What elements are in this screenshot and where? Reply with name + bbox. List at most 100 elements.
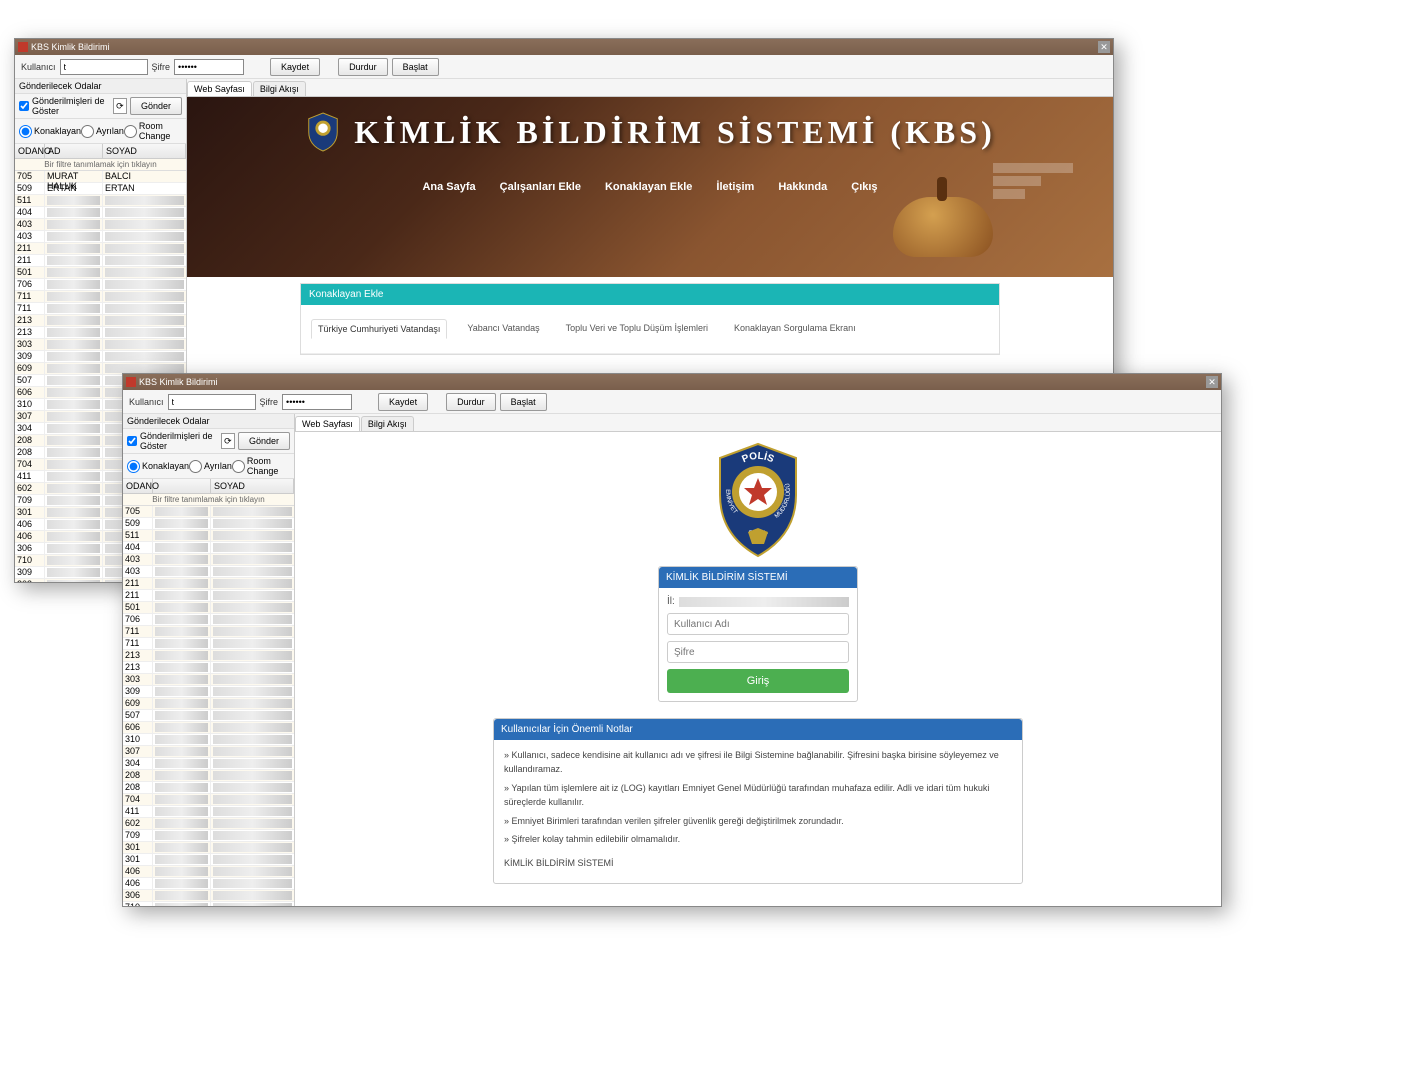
close-icon[interactable]: ✕: [1206, 376, 1218, 388]
table-row[interactable]: 211: [15, 243, 186, 255]
table-row[interactable]: 304: [123, 758, 294, 770]
table-row[interactable]: 710: [123, 902, 294, 906]
table-row[interactable]: 509ERTANERTAN: [15, 183, 186, 195]
table-row[interactable]: 704: [123, 794, 294, 806]
login-giris-button[interactable]: Giriş: [667, 669, 849, 693]
table-row[interactable]: 706: [123, 614, 294, 626]
kullanici-input[interactable]: [60, 59, 148, 75]
table-row[interactable]: 411: [123, 806, 294, 818]
tab-bilgi[interactable]: Bilgi Akışı: [253, 81, 306, 96]
table-row[interactable]: 711: [123, 626, 294, 638]
nav-konaklayan[interactable]: Konaklayan Ekle: [605, 181, 692, 193]
baslat-button[interactable]: Başlat: [392, 58, 439, 76]
table-row[interactable]: 709: [123, 830, 294, 842]
table-row[interactable]: 403: [123, 566, 294, 578]
radio-roomchange-front[interactable]: [232, 460, 245, 473]
polis-logo: POLİS EMNİYET GENEL MÜDÜRLÜĞÜ: [708, 440, 808, 560]
table-row[interactable]: 609: [123, 698, 294, 710]
table-row[interactable]: 309: [123, 686, 294, 698]
table-row[interactable]: 403: [123, 554, 294, 566]
login-password-input[interactable]: [667, 641, 849, 663]
table-row[interactable]: 213: [123, 650, 294, 662]
radio-ayrilan-front[interactable]: [189, 460, 202, 473]
titlebar-front[interactable]: KBS Kimlik Bildirimi ✕: [123, 374, 1221, 390]
table-row[interactable]: 511: [15, 195, 186, 207]
table-row[interactable]: 711: [15, 303, 186, 315]
table-row[interactable]: 705MURAT HALUKBALCI: [15, 171, 186, 183]
kaydet-button-front[interactable]: Kaydet: [378, 393, 428, 411]
table-row[interactable]: 307: [123, 746, 294, 758]
login-username-input[interactable]: [667, 613, 849, 635]
formtab-yabanci[interactable]: Yabancı Vatandaş: [461, 319, 545, 339]
table-row[interactable]: 507: [123, 710, 294, 722]
radio-konaklayan[interactable]: [19, 125, 32, 138]
table-row[interactable]: 310: [123, 734, 294, 746]
durdur-button-front[interactable]: Durdur: [446, 393, 496, 411]
table-row[interactable]: 211: [15, 255, 186, 267]
sifre-input-front[interactable]: [282, 394, 352, 410]
table-row[interactable]: 602: [123, 818, 294, 830]
table-row[interactable]: 211: [123, 578, 294, 590]
tab-web[interactable]: Web Sayfası: [187, 81, 252, 96]
table-row[interactable]: 606: [123, 722, 294, 734]
nav-calisanlari[interactable]: Çalışanları Ekle: [500, 181, 581, 193]
table-row[interactable]: 211: [123, 590, 294, 602]
kullanici-input-front[interactable]: [168, 394, 256, 410]
nav-hakkinda[interactable]: Hakkında: [778, 181, 827, 193]
col-soyad[interactable]: SOYAD: [103, 144, 186, 158]
table-row[interactable]: 706: [15, 279, 186, 291]
sifre-input[interactable]: [174, 59, 244, 75]
table-row[interactable]: 301: [123, 854, 294, 866]
table-row[interactable]: 208: [123, 782, 294, 794]
radio-ayrilan[interactable]: [81, 125, 94, 138]
table-row[interactable]: 309: [15, 351, 186, 363]
formtab-tc[interactable]: Türkiye Cumhuriyeti Vatandaşı: [311, 319, 447, 339]
table-row[interactable]: 406: [123, 866, 294, 878]
login-content: POLİS EMNİYET GENEL MÜDÜRLÜĞÜ KİMLİK Bİ: [295, 432, 1221, 906]
table-row[interactable]: 404: [15, 207, 186, 219]
radio-konaklayan-front[interactable]: [127, 460, 140, 473]
titlebar[interactable]: KBS Kimlik Bildirimi ✕: [15, 39, 1113, 55]
table-row[interactable]: 404: [123, 542, 294, 554]
baslat-button-front[interactable]: Başlat: [500, 393, 547, 411]
grid-filter-hint[interactable]: Bir filtre tanımlamak için tıklayın: [15, 159, 186, 171]
table-row[interactable]: 213: [15, 327, 186, 339]
formtab-toplu[interactable]: Toplu Veri ve Toplu Düşüm İşlemleri: [560, 319, 714, 339]
radio-roomchange[interactable]: [124, 125, 137, 138]
kaydet-button[interactable]: Kaydet: [270, 58, 320, 76]
table-row[interactable]: 403: [15, 231, 186, 243]
gonderilmisleri-checkbox[interactable]: [19, 101, 29, 111]
table-row[interactable]: 306: [123, 890, 294, 902]
gonderilmisleri-checkbox-front[interactable]: [127, 436, 137, 446]
table-row[interactable]: 711: [15, 291, 186, 303]
gonder-button-front[interactable]: Gönder: [238, 432, 290, 450]
gonder-button[interactable]: Gönder: [130, 97, 182, 115]
table-row[interactable]: 406: [123, 878, 294, 890]
col-odano[interactable]: ODANO: [15, 144, 45, 158]
table-row[interactable]: 303: [123, 674, 294, 686]
nav-anasayfa[interactable]: Ana Sayfa: [422, 181, 475, 193]
table-row[interactable]: 213: [15, 315, 186, 327]
col-ad[interactable]: AD: [45, 144, 103, 158]
table-row[interactable]: 705: [123, 506, 294, 518]
close-icon[interactable]: ✕: [1098, 41, 1110, 53]
formtab-sorgu[interactable]: Konaklayan Sorgulama Ekranı: [728, 319, 862, 339]
table-row[interactable]: 301: [123, 842, 294, 854]
tab-bilgi-front[interactable]: Bilgi Akışı: [361, 416, 414, 431]
table-row[interactable]: 403: [15, 219, 186, 231]
nav-iletisim[interactable]: İletişim: [716, 181, 754, 193]
rooms-grid-front[interactable]: ODANO SOYAD Bir filtre tanımlamak için t…: [123, 479, 294, 906]
table-row[interactable]: 213: [123, 662, 294, 674]
table-row[interactable]: 208: [123, 770, 294, 782]
table-row[interactable]: 303: [15, 339, 186, 351]
refresh-icon[interactable]: ⟳: [113, 98, 127, 114]
table-row[interactable]: 511: [123, 530, 294, 542]
table-row[interactable]: 509: [123, 518, 294, 530]
durdur-button[interactable]: Durdur: [338, 58, 388, 76]
table-row[interactable]: 501: [15, 267, 186, 279]
table-row[interactable]: 501: [123, 602, 294, 614]
refresh-icon-front[interactable]: ⟳: [221, 433, 235, 449]
table-row[interactable]: 711: [123, 638, 294, 650]
konaklayan-panel: Konaklayan Ekle Türkiye Cumhuriyeti Vata…: [300, 283, 1000, 355]
tab-web-front[interactable]: Web Sayfası: [295, 416, 360, 431]
